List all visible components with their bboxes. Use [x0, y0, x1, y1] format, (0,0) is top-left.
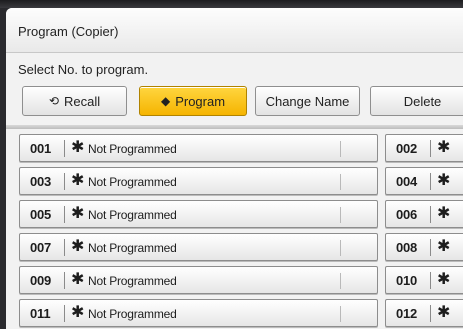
separator	[430, 173, 431, 190]
star-icon: ✱	[437, 172, 451, 189]
program-slot-009[interactable]: 009 ✱ Not Programmed	[19, 266, 378, 294]
program-slot-003[interactable]: 003 ✱ Not Programmed	[19, 167, 378, 195]
program-number: 001	[30, 141, 52, 156]
delete-button[interactable]: Delete	[370, 86, 463, 116]
star-icon: ✱	[71, 172, 85, 189]
program-number: 003	[30, 174, 52, 189]
program-number: 006	[396, 207, 418, 222]
change-name-button[interactable]: Change Name	[255, 86, 360, 116]
star-icon: ✱	[71, 139, 85, 156]
program-slot-001[interactable]: 001 ✱ Not Programmed	[19, 134, 378, 162]
title-bar: Program (Copier)	[6, 8, 463, 53]
screen-bezel	[0, 0, 463, 8]
program-number: 005	[30, 207, 52, 222]
program-button[interactable]: ◆ Program	[139, 86, 247, 116]
star-icon: ✱	[437, 139, 451, 156]
instruction-text: Select No. to program.	[18, 62, 149, 77]
recall-button[interactable]: ⟲ Recall	[22, 86, 127, 116]
star-icon: ✱	[71, 304, 85, 321]
separator	[64, 239, 65, 256]
program-slot-002[interactable]: 002 ✱	[385, 134, 463, 162]
star-icon: ✱	[437, 205, 451, 222]
program-panel: Program (Copier) Select No. to program. …	[6, 8, 463, 329]
program-slot-005[interactable]: 005 ✱ Not Programmed	[19, 200, 378, 228]
star-icon: ✱	[437, 238, 451, 255]
program-slot-006[interactable]: 006 ✱	[385, 200, 463, 228]
separator	[340, 174, 341, 190]
program-number: 009	[30, 273, 52, 288]
program-slot-007[interactable]: 007 ✱ Not Programmed	[19, 233, 378, 261]
separator	[430, 272, 431, 289]
recall-arrow-icon: ⟲	[48, 94, 59, 108]
separator	[64, 272, 65, 289]
recall-button-label: Recall	[63, 93, 101, 109]
separator	[340, 207, 341, 223]
program-slot-004[interactable]: 004 ✱	[385, 167, 463, 195]
separator	[340, 306, 341, 322]
separator	[430, 140, 431, 157]
star-icon: ✱	[437, 304, 451, 321]
separator	[340, 273, 341, 289]
separator	[64, 173, 65, 190]
program-slot-011[interactable]: 011 ✱ Not Programmed	[19, 299, 378, 327]
divider	[6, 125, 463, 129]
window-title: Program (Copier)	[18, 24, 119, 39]
program-name: Not Programmed	[88, 307, 177, 321]
program-slot-008[interactable]: 008 ✱	[385, 233, 463, 261]
star-icon: ✱	[71, 271, 85, 288]
change-name-button-label: Change Name	[265, 93, 350, 109]
program-slot-010[interactable]: 010 ✱	[385, 266, 463, 294]
program-name: Not Programmed	[88, 142, 177, 156]
program-name: Not Programmed	[88, 241, 177, 255]
star-icon: ✱	[437, 271, 451, 288]
separator	[64, 305, 65, 322]
star-icon: ✱	[71, 238, 85, 255]
delete-button-label: Delete	[403, 93, 442, 109]
separator	[430, 206, 431, 223]
separator	[340, 141, 341, 157]
program-slot-012[interactable]: 012 ✱	[385, 299, 463, 327]
separator	[64, 206, 65, 223]
separator	[64, 140, 65, 157]
program-number: 004	[396, 174, 418, 189]
program-number: 010	[396, 273, 418, 288]
program-number: 011	[30, 306, 51, 321]
program-name: Not Programmed	[88, 208, 177, 222]
program-number: 007	[30, 240, 52, 255]
program-number: 008	[396, 240, 418, 255]
separator	[340, 240, 341, 256]
program-arrow-icon: ◆	[160, 94, 171, 108]
star-icon: ✱	[71, 205, 85, 222]
separator	[430, 305, 431, 322]
separator	[430, 239, 431, 256]
program-name: Not Programmed	[88, 175, 177, 189]
program-button-label: Program	[175, 93, 226, 109]
program-number: 012	[396, 306, 418, 321]
program-number: 002	[396, 141, 418, 156]
program-name: Not Programmed	[88, 274, 177, 288]
